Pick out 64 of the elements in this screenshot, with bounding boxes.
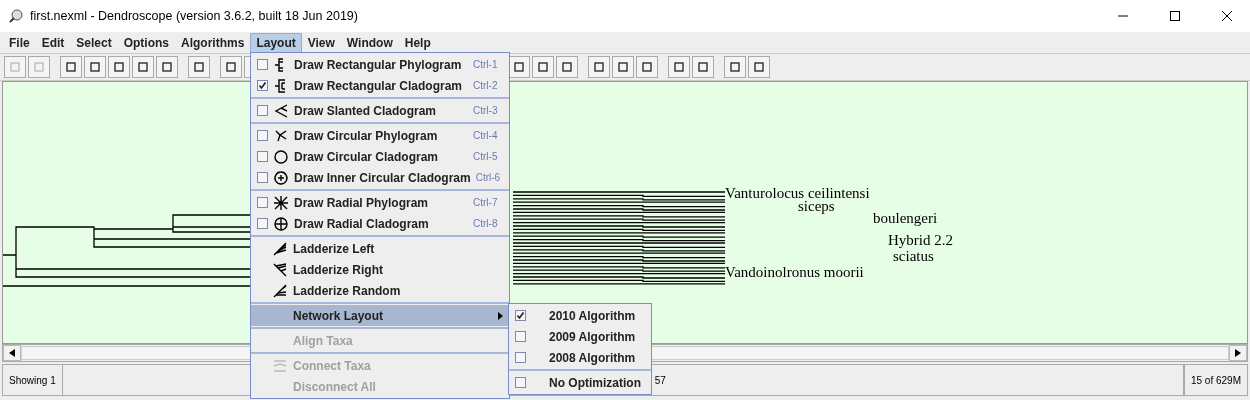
menu-item[interactable]: Select <box>70 32 118 53</box>
checkbox[interactable] <box>257 151 268 162</box>
taxon-label: Hybrid 2.2 <box>888 232 953 249</box>
menu-item[interactable]: Ladderize Left <box>251 238 509 259</box>
menu-item[interactable]: Options <box>117 32 176 53</box>
shortcut-text: Ctrl-1 <box>473 59 499 70</box>
menu-item[interactable]: Window <box>340 32 399 53</box>
status-text: Showing 1 <box>3 365 63 395</box>
checkbox[interactable] <box>257 59 268 70</box>
scroll-right-button[interactable] <box>1229 345 1247 361</box>
submenu-arrow-icon <box>498 311 503 320</box>
checkbox[interactable] <box>257 197 268 208</box>
menu-item[interactable]: Draw Circular Phylogram Ctrl-4 <box>251 125 509 146</box>
menu-item[interactable]: View <box>301 32 341 53</box>
scroll-left-button[interactable] <box>3 345 21 361</box>
menu-item[interactable]: Network Layout <box>251 305 509 326</box>
menu-item[interactable]: Ladderize Right <box>251 259 509 280</box>
menu-item[interactable]: Draw Radial Cladogram Ctrl-8 <box>251 213 509 234</box>
taxon-label: Vanturolocus ceilintensi <box>725 185 870 201</box>
shortcut-text: Ctrl-8 <box>473 218 499 229</box>
menu-item[interactable]: Layout <box>250 32 302 53</box>
checkbox[interactable] <box>257 105 268 116</box>
menu-item[interactable]: Draw Rectangular Phylogram Ctrl-1 <box>251 54 509 75</box>
shortcut-text: Ctrl-2 <box>473 80 499 91</box>
checkbox[interactable] <box>515 331 526 342</box>
shortcut-text: Ctrl-6 <box>475 172 502 183</box>
menu-item[interactable]: Ladderize Random <box>251 280 509 301</box>
window-title: first.nexml - Dendroscope (version 3.6.2, built 18 Jun 2019) <box>30 9 359 23</box>
app-logo-icon <box>8 8 24 24</box>
menu-item[interactable]: Draw Slanted Cladogram Ctrl-3 <box>251 100 509 121</box>
shortcut-text: Ctrl-3 <box>473 105 499 116</box>
menu-item[interactable]: Help <box>398 32 437 53</box>
shortcut-text: Ctrl-5 <box>473 151 499 162</box>
menu-item[interactable]: Draw Radial Phylogram Ctrl-7 <box>251 192 509 213</box>
menu-item[interactable]: Draw Rectangular Cladogram Ctrl-2 <box>251 75 509 96</box>
menu-item[interactable]: No Optimization <box>509 372 651 393</box>
memory-text: 15 of 629M <box>1183 365 1247 395</box>
right-arrow-icon <box>1235 349 1241 357</box>
menu-item[interactable]: Draw Circular Cladogram Ctrl-5 <box>251 146 509 167</box>
checkbox[interactable] <box>515 352 526 363</box>
slanted-tree-icon <box>273 102 289 119</box>
taxon-label: Vandoinolronus moorii <box>725 264 864 281</box>
menu-item[interactable]: Algorithms <box>175 32 251 53</box>
shortcut-text: Ctrl-4 <box>473 130 499 141</box>
menu-item[interactable]: 2010 Algorithm <box>509 305 651 326</box>
close-icon <box>1222 11 1232 21</box>
checkbox[interactable] <box>257 130 268 141</box>
checkbox[interactable] <box>515 377 526 388</box>
menu-item[interactable]: File <box>3 32 36 53</box>
taxon-label: siceps <box>798 198 835 215</box>
menu-item[interactable]: Draw Inner Circular Cladogram Ctrl-6 <box>251 167 509 188</box>
connect-taxa-icon <box>272 357 288 374</box>
left-arrow-icon <box>9 349 15 357</box>
maximize-icon <box>1170 11 1180 21</box>
taxon-label: boulengeri <box>873 210 938 227</box>
checkbox[interactable] <box>257 172 268 183</box>
shortcut-text: Ctrl-7 <box>473 197 499 208</box>
menu-item[interactable]: 2008 Algorithm <box>509 347 651 368</box>
checkbox[interactable] <box>515 310 526 321</box>
menu-item[interactable]: Edit <box>35 32 71 53</box>
menu-item[interactable]: 2009 Algorithm <box>509 326 651 347</box>
taxon-label: sciatus <box>893 248 934 265</box>
checkbox[interactable] <box>257 80 268 91</box>
checkbox[interactable] <box>257 218 268 229</box>
